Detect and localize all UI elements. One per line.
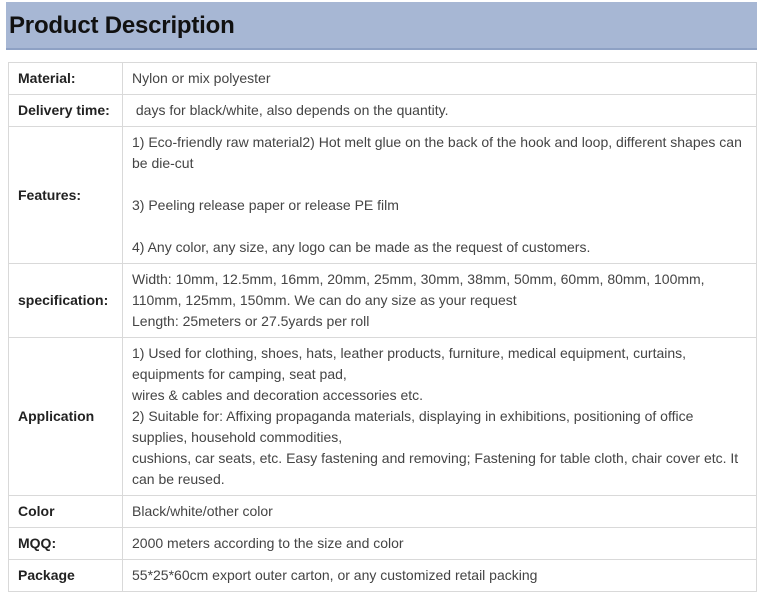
row-label: Delivery time: bbox=[8, 94, 123, 127]
row-value: Width: 10mm, 12.5mm, 16mm, 20mm, 25mm, 3… bbox=[122, 263, 757, 338]
value-line: Width: 10mm, 12.5mm, 16mm, 20mm, 25mm, 3… bbox=[132, 271, 705, 308]
row-label: Package bbox=[8, 559, 123, 592]
row-label: Material: bbox=[8, 62, 123, 95]
row-value: 1) Eco-friendly raw material2) Hot melt … bbox=[122, 126, 757, 264]
row-label: MQQ: bbox=[8, 527, 123, 560]
value-line: wires & cables and decoration accessorie… bbox=[132, 387, 424, 403]
value-line: 4) Any color, any size, any logo can be … bbox=[132, 239, 591, 255]
row-label: Application bbox=[8, 337, 123, 496]
table-row-material: Material: Nylon or mix polyester bbox=[8, 62, 757, 95]
table-row-features: Features: 1) Eco-friendly raw material2)… bbox=[8, 126, 757, 264]
value-line: cushions, car seats, etc. Easy fastening… bbox=[132, 450, 739, 487]
value-line: 2) Suitable for: Affixing propaganda mat… bbox=[132, 408, 694, 445]
table-row-specification: specification: Width: 10mm, 12.5mm, 16mm… bbox=[8, 263, 757, 338]
row-value: 55*25*60cm export outer carton, or any c… bbox=[122, 559, 757, 592]
table-row-mqq: MQQ: 2000 meters according to the size a… bbox=[8, 527, 757, 560]
row-value: days for black/white, also depends on th… bbox=[122, 94, 757, 127]
value-spacer bbox=[132, 216, 748, 237]
row-label: Color bbox=[8, 495, 123, 528]
value-line: Nylon or mix polyester bbox=[132, 70, 271, 86]
table-row-delivery-time: Delivery time: days for black/white, als… bbox=[8, 94, 757, 127]
row-label: specification: bbox=[8, 263, 123, 338]
section-header: Product Description bbox=[6, 2, 757, 50]
value-line: 1) Eco-friendly raw material2) Hot melt … bbox=[132, 134, 742, 171]
table-row-package: Package 55*25*60cm export outer carton, … bbox=[8, 559, 757, 592]
value-line: days for black/white, also depends on th… bbox=[132, 102, 449, 118]
value-line: Black/white/other color bbox=[132, 503, 273, 519]
page-title: Product Description bbox=[9, 12, 235, 39]
value-spacer bbox=[132, 174, 748, 195]
value-line: 1) Used for clothing, shoes, hats, leath… bbox=[132, 345, 687, 382]
table-row-color: Color Black/white/other color bbox=[8, 495, 757, 528]
value-line: Length: 25meters or 27.5yards per roll bbox=[132, 313, 370, 329]
value-line: 55*25*60cm export outer carton, or any c… bbox=[132, 567, 538, 583]
row-value: Black/white/other color bbox=[122, 495, 757, 528]
row-value: 2000 meters according to the size and co… bbox=[122, 527, 757, 560]
row-value: Nylon or mix polyester bbox=[122, 62, 757, 95]
table-row-application: Application 1) Used for clothing, shoes,… bbox=[8, 337, 757, 496]
row-label: Features: bbox=[8, 126, 123, 264]
value-line: 2000 meters according to the size and co… bbox=[132, 535, 404, 551]
value-line: 3) Peeling release paper or release PE f… bbox=[132, 197, 399, 213]
product-spec-table: Material: Nylon or mix polyester Deliver… bbox=[8, 62, 757, 592]
row-value: 1) Used for clothing, shoes, hats, leath… bbox=[122, 337, 757, 496]
